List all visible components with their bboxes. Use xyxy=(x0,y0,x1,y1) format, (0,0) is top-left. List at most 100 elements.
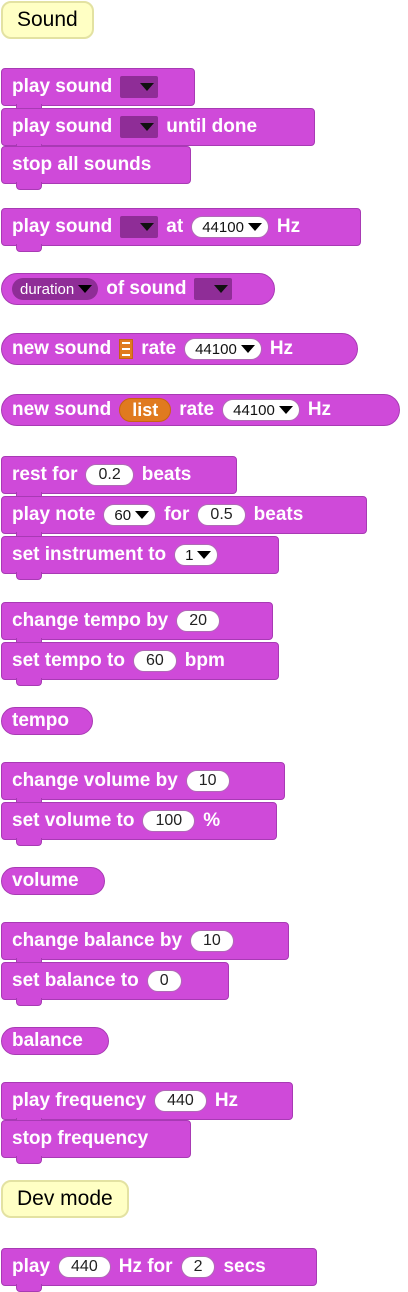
seconds-input[interactable]: 2 xyxy=(180,1256,216,1278)
stop-frequency-block[interactable]: stop frequency xyxy=(1,1120,191,1164)
change-tempo-block[interactable]: change tempo by 20 xyxy=(1,602,273,646)
volume-input[interactable]: 10 xyxy=(185,770,230,792)
play-note-block[interactable]: play note 60 for 0.5 beats xyxy=(1,496,367,540)
tempo-label: tempo xyxy=(12,710,69,731)
chevron-down-icon xyxy=(140,123,155,131)
play-note-label: play note xyxy=(12,504,96,525)
instrument-dropdown[interactable]: 1 xyxy=(174,544,219,566)
rest-for-block[interactable]: rest for 0.2 beats xyxy=(1,456,237,500)
hz-for-label: Hz for xyxy=(118,1256,173,1277)
category-label-sound[interactable]: Sound xyxy=(1,1,94,39)
chevron-down-icon xyxy=(247,223,262,231)
attribute-value: duration xyxy=(20,280,75,298)
list-icon[interactable] xyxy=(119,339,134,359)
play-sound-at-block[interactable]: play sound at 44100 Hz xyxy=(1,208,361,252)
hz-label: Hz xyxy=(307,399,332,420)
new-sound-list-reporter[interactable]: new sound list rate 44100 Hz xyxy=(1,394,400,426)
play-sound-until-label: play sound xyxy=(12,116,113,137)
instrument-value: 1 xyxy=(185,546,194,564)
rate-value: 44100 xyxy=(202,218,244,236)
note-value: 60 xyxy=(114,506,132,524)
play-sound-label: play sound xyxy=(12,76,113,97)
category-dev-mode-text: Dev mode xyxy=(17,1187,113,1210)
change-volume-label: change volume by xyxy=(12,770,178,791)
set-instrument-block[interactable]: set instrument to 1 xyxy=(1,536,279,580)
beats-label: beats xyxy=(141,464,192,485)
play-sound-until-done-block[interactable]: play sound until done xyxy=(1,108,315,152)
play-label: play xyxy=(12,1256,51,1277)
category-sound-text: Sound xyxy=(17,8,78,31)
chevron-down-icon xyxy=(214,285,229,293)
set-balance-label: set balance to xyxy=(12,970,139,991)
change-volume-block[interactable]: change volume by 10 xyxy=(1,762,285,806)
set-tempo-label: set tempo to xyxy=(12,650,125,671)
play-frequency-label: play frequency xyxy=(12,1090,147,1111)
chevron-down-icon xyxy=(197,551,212,559)
stop-all-sounds-block[interactable]: stop all sounds xyxy=(1,146,191,190)
set-instrument-label: set instrument to xyxy=(12,544,167,565)
stop-all-sounds-label: stop all sounds xyxy=(12,154,152,175)
new-sound-label: new sound xyxy=(12,399,112,420)
beats-label: beats xyxy=(253,504,304,525)
at-label: at xyxy=(166,216,184,237)
sound-dropdown[interactable] xyxy=(120,216,159,238)
rate-dropdown[interactable]: 44100 xyxy=(191,216,269,238)
tempo-input[interactable]: 60 xyxy=(132,650,177,672)
beats-input[interactable]: 0.2 xyxy=(85,464,134,486)
list-reporter[interactable]: list xyxy=(119,398,172,422)
change-tempo-label: change tempo by xyxy=(12,610,169,631)
play-sound-block[interactable]: play sound xyxy=(1,68,195,112)
rest-for-label: rest for xyxy=(12,464,78,485)
new-sound-label: new sound xyxy=(12,338,112,359)
hz-label: Hz xyxy=(214,1090,239,1111)
change-balance-block[interactable]: change balance by 10 xyxy=(1,922,289,966)
chevron-down-icon xyxy=(78,285,93,293)
chevron-down-icon xyxy=(278,406,293,414)
chevron-down-icon xyxy=(240,345,255,353)
category-label-dev-mode[interactable]: Dev mode xyxy=(1,1180,129,1218)
play-sound-at-label: play sound xyxy=(12,216,113,237)
rate-label: rate xyxy=(179,399,215,420)
hz-label: Hz xyxy=(269,338,294,359)
stop-frequency-label: stop frequency xyxy=(12,1128,149,1149)
volume-reporter[interactable]: volume xyxy=(1,867,105,895)
change-balance-label: change balance by xyxy=(12,930,183,951)
balance-label: balance xyxy=(12,1030,83,1051)
balance-input[interactable]: 10 xyxy=(190,930,234,952)
volume-input[interactable]: 100 xyxy=(142,810,196,832)
sound-dropdown[interactable] xyxy=(194,278,233,300)
sound-dropdown[interactable] xyxy=(120,116,159,138)
tempo-reporter[interactable]: tempo xyxy=(1,707,93,735)
hz-label: Hz xyxy=(276,216,301,237)
rate-value: 44100 xyxy=(233,401,275,419)
set-tempo-block[interactable]: set tempo to 60 bpm xyxy=(1,642,279,686)
until-done-label: until done xyxy=(166,116,258,137)
volume-label: volume xyxy=(12,870,79,891)
new-sound-reporter[interactable]: new sound rate 44100 Hz xyxy=(1,333,358,365)
play-frequency-block[interactable]: play frequency 440 Hz xyxy=(1,1082,293,1126)
set-volume-label: set volume to xyxy=(12,810,135,831)
secs-label: secs xyxy=(223,1256,266,1277)
play-hz-for-secs-block[interactable]: play 440 Hz for 2 secs xyxy=(1,1248,317,1292)
frequency-input[interactable]: 440 xyxy=(154,1090,207,1112)
beats-input[interactable]: 0.5 xyxy=(197,504,246,526)
chevron-down-icon xyxy=(140,223,155,231)
balance-reporter[interactable]: balance xyxy=(1,1027,109,1055)
for-label: for xyxy=(164,504,190,525)
set-balance-block[interactable]: set balance to 0 xyxy=(1,962,229,1006)
attribute-dropdown[interactable]: duration xyxy=(12,278,99,300)
duration-of-sound-reporter[interactable]: duration of sound xyxy=(1,273,275,305)
note-dropdown[interactable]: 60 xyxy=(103,504,157,526)
percent-label: % xyxy=(203,810,221,831)
set-volume-block[interactable]: set volume to 100 % xyxy=(1,802,277,846)
frequency-input[interactable]: 440 xyxy=(58,1256,111,1278)
rate-value: 44100 xyxy=(195,340,237,358)
rate-dropdown[interactable]: 44100 xyxy=(184,338,262,360)
chevron-down-icon xyxy=(135,511,150,519)
rate-dropdown[interactable]: 44100 xyxy=(222,399,300,421)
chevron-down-icon xyxy=(140,83,155,91)
sound-dropdown[interactable] xyxy=(120,76,159,98)
of-sound-label: of sound xyxy=(106,278,187,299)
balance-input[interactable]: 0 xyxy=(146,970,182,992)
tempo-input[interactable]: 20 xyxy=(176,610,221,632)
